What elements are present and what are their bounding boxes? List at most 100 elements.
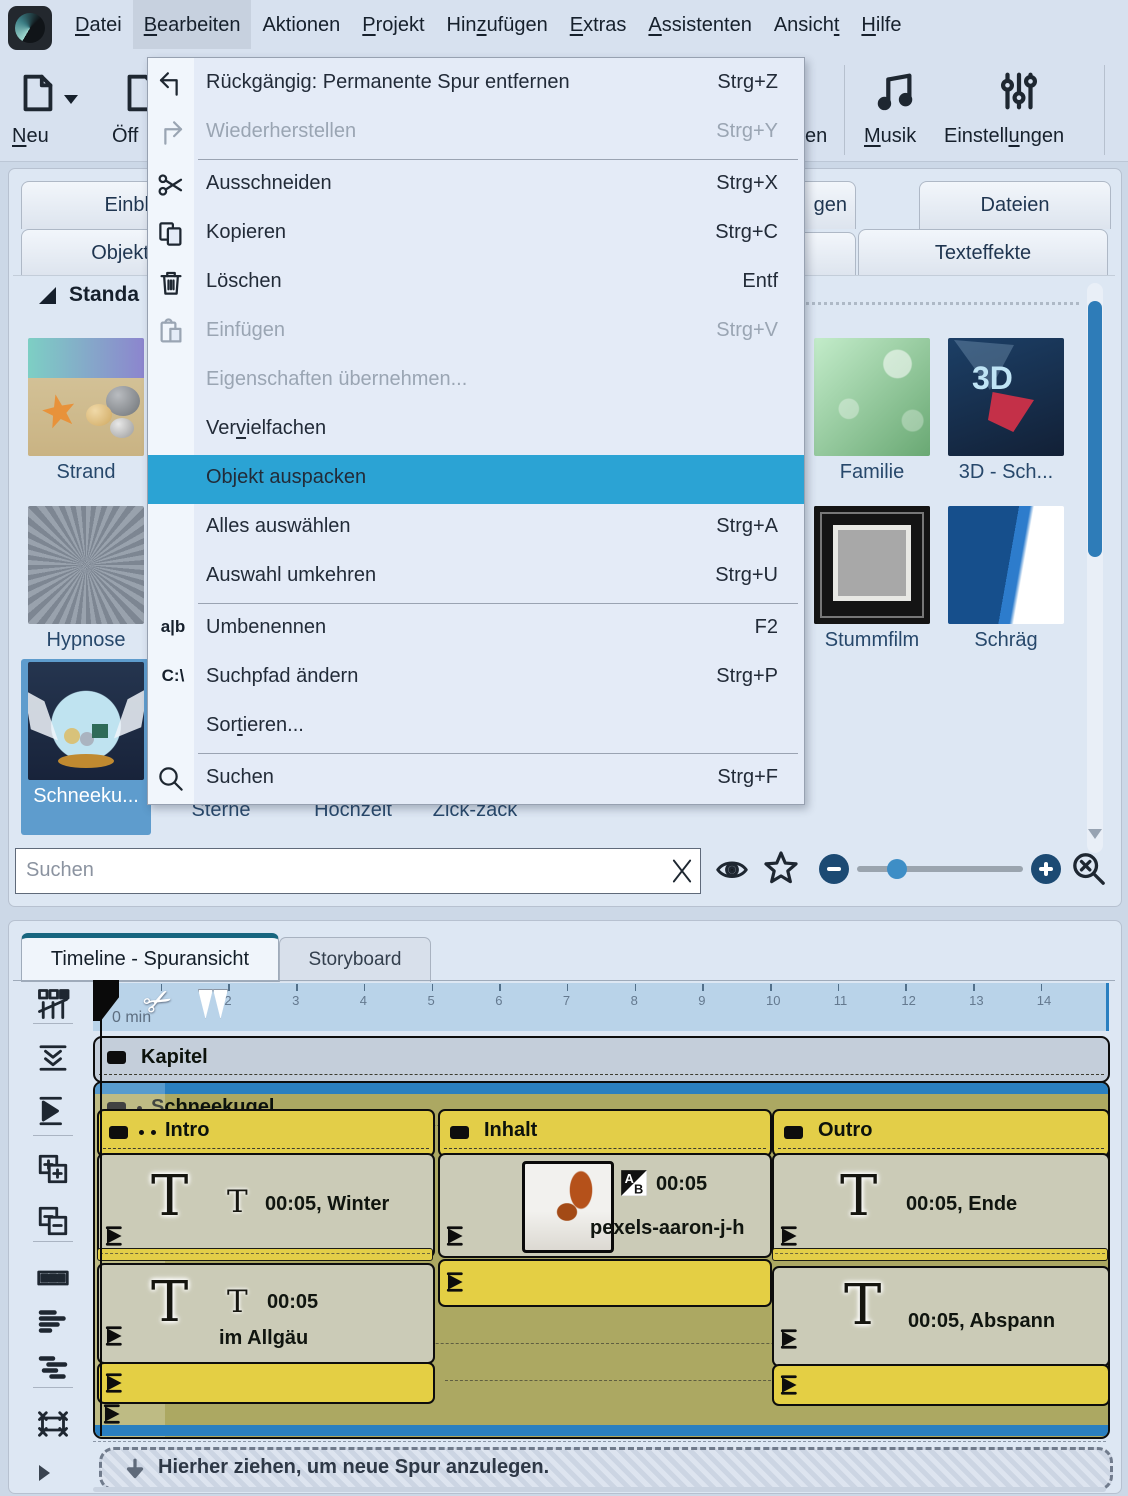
menu-item-löschen[interactable]: LöschenEntf <box>148 259 804 308</box>
playhead-line[interactable] <box>100 980 102 1436</box>
timeline-ruler[interactable]: 234567891011121314 0 min <box>93 983 1109 1031</box>
media-scroll-down-icon[interactable] <box>1088 829 1102 839</box>
media-thumbnail-threed[interactable]: 3D3D - Sch... <box>941 333 1071 491</box>
chapter-intro[interactable]: Intro <box>97 1109 435 1157</box>
new-dropdown-caret[interactable] <box>64 95 78 104</box>
clip-winter[interactable]: T T 00:05, Winter <box>97 1153 435 1258</box>
tab-texteffekte[interactable]: Texteffekte <box>858 229 1108 276</box>
tab-objekte-partial[interactable]: Objekt <box>21 229 152 276</box>
settings-button[interactable]: Einstellungen <box>942 63 1094 155</box>
menu-item-wiederherstellen[interactable]: WiederherstellenStrg+Y <box>148 109 804 158</box>
fade-keyframe-icon[interactable] <box>105 1325 127 1347</box>
keyframe-flag-icon[interactable] <box>35 1093 71 1129</box>
media-thumbnail-strand[interactable]: Strand <box>21 333 151 491</box>
clip-ende[interactable]: T 00:05, Ende <box>772 1153 1110 1258</box>
fade-keyframe-icon[interactable] <box>780 1328 802 1350</box>
media-thumbnail-schneekugel[interactable]: Schneeku... <box>21 657 151 815</box>
clip-title: 00:05, Winter <box>265 1193 389 1216</box>
menu-item-kopieren[interactable]: KopierenStrg+C <box>148 210 804 259</box>
menu-item-shortcut: Strg+U <box>715 564 778 587</box>
fade-keyframe-icon[interactable] <box>105 1225 127 1247</box>
kapitel-track[interactable]: Kapitel <box>93 1036 1110 1083</box>
menu-item-auswahl-umkehren[interactable]: Auswahl umkehrenStrg+U <box>148 553 804 602</box>
fade-keyframe-icon[interactable] <box>446 1225 468 1247</box>
tab-einblendungen-partial[interactable]: Einbl <box>21 181 153 229</box>
media-thumbnail-hypnose[interactable]: Hypnose <box>21 501 151 659</box>
menu-item-umbenennen[interactable]: a|bUmbenennenF2 <box>148 605 804 654</box>
menubar-item-extras[interactable]: Extras <box>559 0 638 49</box>
menu-item-einfügen[interactable]: EinfügenStrg+V <box>148 308 804 357</box>
outro-subtrack[interactable] <box>772 1364 1110 1406</box>
media-thumbnail-stummfilm[interactable]: Stummfilm <box>807 501 937 659</box>
insert-object-icon[interactable] <box>35 1040 71 1076</box>
fade-keyframe-icon[interactable] <box>780 1374 802 1396</box>
copy-icon <box>156 219 186 249</box>
rail-expander-icon[interactable] <box>39 1465 50 1481</box>
collapse-all-icon[interactable] <box>35 1203 71 1239</box>
menu-item-alles-auswählen[interactable]: Alles auswählenStrg+A <box>148 504 804 553</box>
chapter-inhalt[interactable]: Inhalt <box>438 1109 772 1157</box>
trim-range-icon[interactable] <box>35 1406 71 1442</box>
menu-item-sortieren[interactable]: Sortieren... <box>148 703 804 752</box>
clip-abspann[interactable]: T 00:05, Abspann <box>772 1266 1110 1367</box>
zoom-reset-icon[interactable] <box>1069 849 1109 889</box>
expand-all-icon[interactable] <box>35 1151 71 1187</box>
section-collapse-triangle[interactable] <box>39 287 56 304</box>
clip-allgaeu[interactable]: T T 00:05 im Allgäu <box>97 1263 435 1364</box>
horizontal-scrollbar[interactable] <box>93 1487 1106 1492</box>
collapse-button[interactable] <box>107 1051 126 1064</box>
menu-item-vervielfachen[interactable]: Vervielfachen <box>148 406 804 455</box>
thumbnail-image <box>28 506 144 624</box>
menubar-item-bearbeiten[interactable]: Bearbeiten <box>133 0 252 49</box>
menubar-item-aktionen[interactable]: Aktionen <box>251 0 351 49</box>
zoom-out-button[interactable] <box>819 854 849 884</box>
stagger-tracks-icon[interactable] <box>35 1351 71 1387</box>
track-display-icon[interactable] <box>35 986 71 1022</box>
tab-timeline-spuransicht[interactable]: Timeline - Spuransicht <box>21 933 279 982</box>
thumbnail-image <box>28 338 144 456</box>
fade-keyframe-icon[interactable] <box>446 1271 468 1293</box>
preview-eye-icon[interactable] <box>714 851 750 887</box>
tab-storyboard[interactable]: Storyboard <box>279 937 431 982</box>
menubar-item-assistenten[interactable]: Assistenten <box>637 0 762 49</box>
clip-pexels[interactable]: A B 00:05 pexels-aaron-j-h <box>438 1153 772 1258</box>
filmstrip-rows-icon[interactable] <box>35 1260 71 1296</box>
slider-handle[interactable] <box>887 859 907 879</box>
rail-separator <box>33 1023 73 1024</box>
menu-item-suchpfad-ändern[interactable]: C:\Suchpfad ändernStrg+P <box>148 654 804 703</box>
tab-dateien[interactable]: Dateien <box>919 181 1111 229</box>
collapsed-subtrack[interactable] <box>772 1248 1108 1261</box>
zoom-in-button[interactable] <box>1031 854 1061 884</box>
thumbnail-size-slider[interactable] <box>857 866 1023 872</box>
menu-item-ausschneiden[interactable]: AusschneidenStrg+X <box>148 161 804 210</box>
menubar-item-datei[interactable]: Datei <box>64 0 133 49</box>
inhalt-subtrack[interactable] <box>438 1259 772 1307</box>
media-thumbnail-familie[interactable]: Familie <box>807 333 937 491</box>
align-tracks-icon[interactable] <box>35 1305 71 1341</box>
menu-item-rückgängig-permanente-spur-entfernen[interactable]: Rückgängig: Permanente Spur entfernenStr… <box>148 60 804 109</box>
menu-item-suchen[interactable]: SuchenStrg+F <box>148 755 804 804</box>
favorite-star-icon[interactable] <box>762 849 800 887</box>
new-track-drop-zone[interactable]: Hierher ziehen, um neue Spur anzulegen. <box>99 1447 1113 1491</box>
intro-subtrack[interactable] <box>97 1362 435 1404</box>
menubar-item-hilfe[interactable]: Hilfe <box>850 0 912 49</box>
media-thumbnail-schraeg[interactable]: Schräg <box>941 501 1071 659</box>
fade-keyframe-icon[interactable] <box>105 1372 127 1394</box>
menubar-item-ansicht[interactable]: Ansicht <box>763 0 851 49</box>
menu-item-eigenschaften-übernehmen[interactable]: Eigenschaften übernehmen... <box>148 357 804 406</box>
thumbnail-label: Stummfilm <box>807 629 937 652</box>
fade-keyframe-icon[interactable] <box>103 1403 125 1425</box>
clip-filename: pexels-aaron-j-h <box>590 1217 744 1240</box>
search-field[interactable]: Suchen <box>15 848 701 894</box>
chapter-outro[interactable]: Outro <box>772 1109 1110 1157</box>
collapsed-subtrack[interactable] <box>97 1248 433 1261</box>
menubar-item-hinzufgen[interactable]: Hinzufügen <box>436 0 559 49</box>
music-button[interactable]: Musik <box>858 63 930 155</box>
new-button[interactable]: Neu <box>8 63 100 155</box>
media-scrollbar-thumb[interactable] <box>1088 301 1102 557</box>
clear-search-icon[interactable] <box>668 857 696 885</box>
fade-keyframe-icon[interactable] <box>780 1225 802 1247</box>
menubar-item-projekt[interactable]: Projekt <box>351 0 435 49</box>
clip-title: 00:05, Abspann <box>908 1310 1055 1333</box>
menu-item-objekt-auspacken[interactable]: Objekt auspacken <box>148 455 804 504</box>
